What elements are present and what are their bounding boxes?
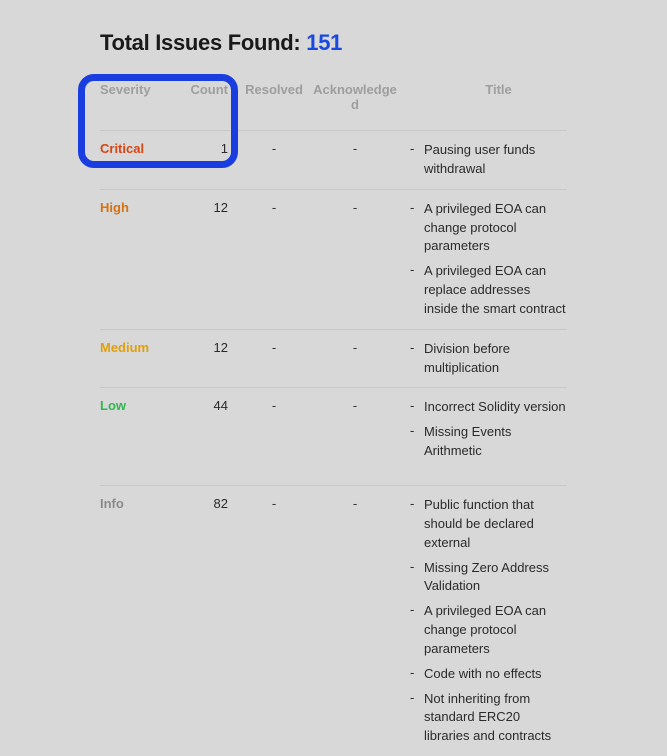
- issue-title-item: -A privileged EOA can change protocol pa…: [430, 602, 567, 659]
- issue-title-text: Missing Events Arithmetic: [424, 423, 567, 461]
- issue-title-text: Public function that should be declared …: [424, 496, 567, 553]
- severity-cell: Low: [100, 398, 188, 413]
- total-issues-count: 151: [306, 30, 342, 55]
- title-cell: -A privileged EOA can change protocol pa…: [430, 200, 567, 319]
- issue-title-item: -A privileged EOA can replace addresses …: [430, 262, 567, 319]
- issue-title-text: A privileged EOA can change protocol par…: [424, 200, 567, 257]
- count-cell: 12: [188, 340, 238, 355]
- issue-title-item: -Missing Events Arithmetic: [430, 423, 567, 461]
- table-header: Severity Count Resolved Acknowledged Tit…: [100, 74, 567, 130]
- bullet-icon: -: [410, 262, 424, 277]
- col-header-resolved: Resolved: [238, 82, 310, 112]
- acknowledged-cell: -: [310, 398, 400, 413]
- col-header-count: Count: [188, 82, 238, 112]
- table-row: High12---A privileged EOA can change pro…: [100, 189, 567, 329]
- col-header-title: Title: [430, 82, 567, 112]
- count-cell: 12: [188, 200, 238, 215]
- count-cell: 82: [188, 496, 238, 511]
- title-cell: -Division before multiplication: [430, 340, 567, 378]
- bullet-icon: -: [410, 340, 424, 355]
- count-cell: 44: [188, 398, 238, 413]
- bullet-icon: -: [410, 398, 424, 413]
- issue-title-item: -Incorrect Solidity version: [430, 398, 567, 417]
- resolved-cell: -: [238, 496, 310, 511]
- title-cell: -Incorrect Solidity version -Missing Even…: [430, 398, 567, 461]
- issue-title-item: -Public function that should be declared…: [430, 496, 567, 553]
- table-row: Medium12---Division before multiplicatio…: [100, 329, 567, 388]
- issue-title-text: Division before multiplication: [424, 340, 567, 378]
- bullet-icon: -: [410, 665, 424, 680]
- issue-title-text: A privileged EOA can change protocol par…: [424, 602, 567, 659]
- acknowledged-cell: -: [310, 340, 400, 355]
- bullet-icon: -: [410, 200, 424, 215]
- issue-title-text: Missing Zero Address Validation: [424, 559, 567, 597]
- resolved-cell: -: [238, 141, 310, 156]
- severity-cell: High: [100, 200, 188, 215]
- issue-title-text: Code with no effects: [424, 665, 567, 684]
- page-title: Total Issues Found: 151: [100, 30, 567, 56]
- issues-report: Total Issues Found: 151 Severity Count R…: [30, 20, 637, 756]
- severity-cell: Medium: [100, 340, 188, 355]
- table-row: Critical1---Pausing user funds withdrawa…: [100, 130, 567, 189]
- table-row: Low44---Incorrect Solidity version-Missi…: [100, 387, 567, 471]
- issue-title-item: -Missing Zero Address Validation: [430, 559, 567, 597]
- bullet-icon: -: [410, 423, 424, 438]
- bullet-icon: -: [410, 141, 424, 156]
- title-cell: -Pausing user funds withdrawal: [430, 141, 567, 179]
- resolved-cell: -: [238, 200, 310, 215]
- issue-title-text: A privileged EOA can replace addresses i…: [424, 262, 567, 319]
- issue-title-text: Not inheriting from standard ERC20 libra…: [424, 690, 567, 747]
- col-header-acknowledged: Acknowledged: [310, 82, 400, 112]
- issues-table: Severity Count Resolved Acknowledged Tit…: [100, 74, 567, 756]
- issue-title-item: -Pausing user funds withdrawal: [430, 141, 567, 179]
- resolved-cell: -: [238, 340, 310, 355]
- issue-title-text: Incorrect Solidity version: [424, 398, 567, 417]
- title-cell: -Public function that should be declared…: [430, 496, 567, 746]
- bullet-icon: -: [410, 559, 424, 574]
- severity-cell: Info: [100, 496, 188, 511]
- table-row: Info82---Public function that should be …: [100, 485, 567, 756]
- bullet-icon: -: [410, 602, 424, 617]
- acknowledged-cell: -: [310, 200, 400, 215]
- count-cell: 1: [188, 141, 238, 156]
- issue-title-item: -A privileged EOA can change protocol pa…: [430, 200, 567, 257]
- col-header-severity: Severity: [100, 82, 188, 112]
- resolved-cell: -: [238, 398, 310, 413]
- acknowledged-cell: -: [310, 141, 400, 156]
- title-prefix: Total Issues Found:: [100, 30, 300, 55]
- issue-title-item: -Code with no effects: [430, 665, 567, 684]
- acknowledged-cell: -: [310, 496, 400, 511]
- severity-cell: Critical: [100, 141, 188, 156]
- issue-title-item: -Division before multiplication: [430, 340, 567, 378]
- issue-title-text: Pausing user funds withdrawal: [424, 141, 567, 179]
- bullet-icon: -: [410, 690, 424, 705]
- bullet-icon: -: [410, 496, 424, 511]
- issue-title-item: -Not inheriting from standard ERC20 libr…: [430, 690, 567, 747]
